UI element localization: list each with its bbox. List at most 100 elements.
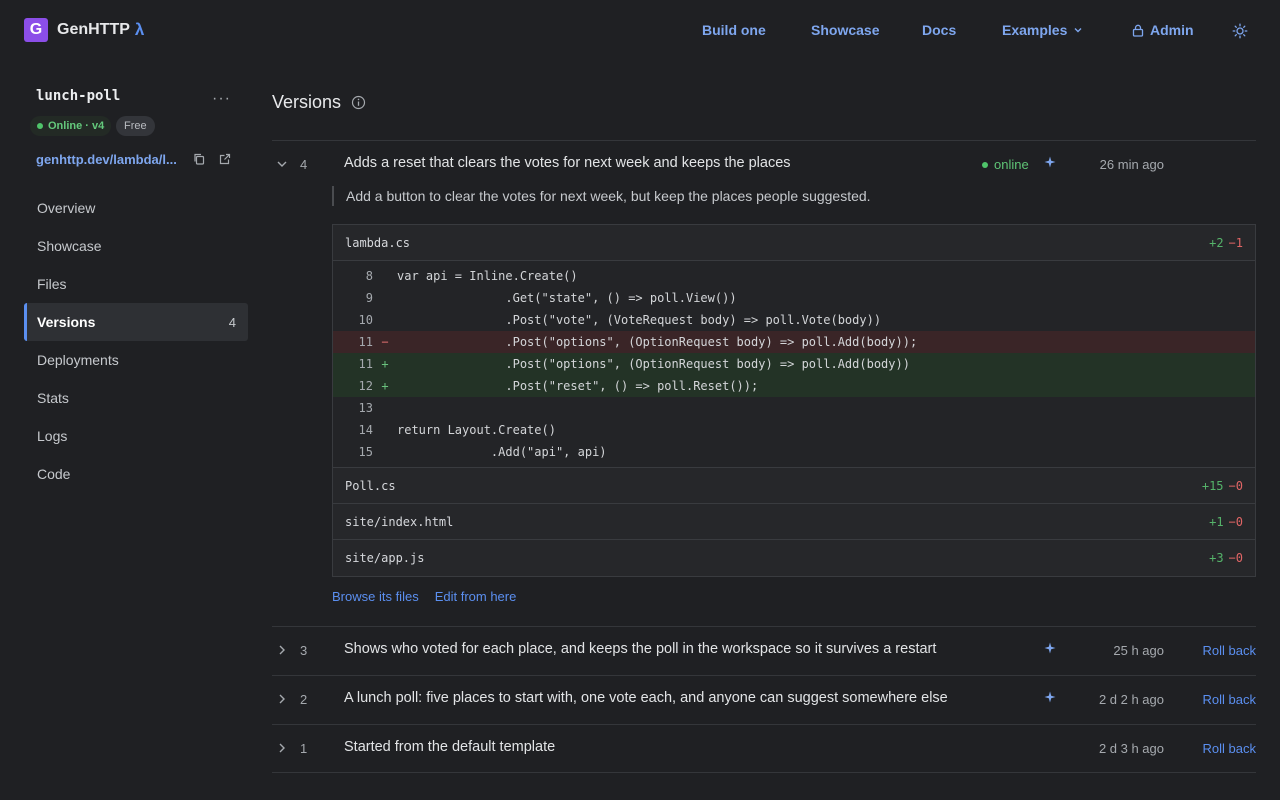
file-stats: +3 −0	[1209, 551, 1243, 565]
code-text: var api = Inline.Create()	[397, 269, 578, 283]
sidebar-item-versions[interactable]: Versions 4	[24, 303, 248, 341]
file-stats: +1 −0	[1209, 515, 1243, 529]
sun-icon	[1232, 23, 1248, 39]
lock-icon	[1132, 24, 1144, 37]
version-time: 2 d 2 h ago	[1098, 692, 1164, 707]
status-badge: Online · v4	[30, 116, 112, 136]
file-name: site/index.html	[345, 514, 454, 529]
code-text: .Post("options", (OptionRequest body) =>…	[397, 357, 910, 371]
line-number: 8	[365, 269, 373, 283]
code-text: .Post("vote", (VoteRequest body) => poll…	[397, 313, 882, 327]
version-actions: Browse its files Edit from here	[332, 589, 516, 604]
code-line: 11− .Post("options", (OptionRequest body…	[333, 331, 1255, 353]
browse-files-link[interactable]: Browse its files	[332, 589, 419, 604]
version-message: Adds a reset that clears the votes for n…	[344, 155, 791, 171]
code-line: 8 var api = Inline.Create()	[333, 265, 1255, 287]
file-header-poll-cs[interactable]: Poll.cs +15 −0	[333, 468, 1255, 504]
code-text: .Add("api", api)	[397, 445, 607, 459]
code-line: 12 + .Post("reset", () => poll.Reset());	[333, 375, 1255, 397]
roll-back-button[interactable]: Roll back	[1203, 692, 1256, 707]
chevron-down-icon	[1074, 28, 1082, 33]
chevron-right-icon[interactable]	[275, 741, 289, 755]
line-number: 13	[358, 401, 373, 415]
file-header-index-html[interactable]: site/index.html +1 −0	[333, 504, 1255, 540]
nav-admin[interactable]: Admin	[1132, 22, 1194, 38]
project-url-link[interactable]: genhttp.dev/lambda/l...	[36, 152, 177, 167]
nav-build-one[interactable]: Build one	[702, 22, 766, 38]
sidebar-item-label: Stats	[37, 390, 69, 406]
sidebar-item-code[interactable]: Code	[24, 455, 248, 493]
line-number: 9	[365, 291, 373, 305]
version-row-1[interactable]: 1 Started from the default template 2 d …	[272, 725, 1256, 773]
external-link-icon[interactable]	[219, 152, 231, 168]
line-number: 12	[358, 379, 373, 393]
code-text: .Get("state", () => poll.View())	[397, 291, 737, 305]
sidebar-item-files[interactable]: Files	[24, 265, 248, 303]
code-text: .Post("reset", () => poll.Reset());	[397, 379, 759, 393]
line-number: 10	[358, 313, 373, 327]
sidebar-item-label: Overview	[37, 200, 96, 216]
top-nav: Build one Showcase Docs Examples Admin	[0, 22, 1280, 42]
chevron-right-icon[interactable]	[275, 643, 289, 657]
theme-toggle[interactable]	[1232, 23, 1248, 39]
code-line: 10 .Post("vote", (VoteRequest body) => p…	[333, 309, 1255, 331]
page-title-text: Versions	[272, 92, 342, 112]
roll-back-button[interactable]: Roll back	[1203, 741, 1256, 756]
version-number: 2	[300, 692, 308, 707]
version-status: online	[982, 157, 1029, 172]
deletions-count: −0	[1228, 514, 1243, 529]
code-text: return Layout.Create()	[397, 423, 556, 437]
version-row-2[interactable]: 2 A lunch poll: five places to start wit…	[272, 676, 1256, 724]
roll-back-button[interactable]: Roll back	[1203, 643, 1256, 658]
sidebar-item-label: Code	[37, 466, 71, 482]
top-header: G GenHTTP λ Build one Showcase Docs Exam…	[0, 0, 1280, 62]
version-message: Started from the default template	[344, 739, 556, 755]
sidebar-item-label: Showcase	[37, 238, 102, 254]
additions-count: +15	[1201, 478, 1224, 493]
sidebar-item-showcase[interactable]: Showcase	[24, 227, 248, 265]
info-icon[interactable]	[351, 95, 366, 110]
file-stats: +15 −0	[1202, 479, 1243, 493]
version-status-label: online	[994, 157, 1029, 172]
file-header-lambda-cs[interactable]: lambda.cs +2 −1	[333, 225, 1255, 261]
nav-examples[interactable]: Examples	[1002, 22, 1083, 38]
diff-sign: +	[381, 379, 389, 393]
code-text: .Post("options", (OptionRequest body) =>…	[397, 335, 918, 349]
sidebar-item-label: Files	[37, 276, 67, 292]
edit-from-here-link[interactable]: Edit from here	[435, 589, 517, 604]
version-row-4[interactable]: 4 Adds a reset that clears the votes for…	[272, 141, 1256, 189]
version-description: Add a button to clear the votes for next…	[332, 186, 871, 206]
code-diff: 8 var api = Inline.Create() 9 .Get("state"…	[333, 261, 1255, 468]
sidebar-item-label: Deployments	[37, 352, 119, 368]
versions-count-badge: 4	[228, 314, 236, 330]
additions-count: +3	[1209, 551, 1224, 565]
line-number: 15	[358, 445, 373, 459]
chevron-down-icon[interactable]	[275, 157, 289, 171]
sidebar-menu: Overview Showcase Files Versions 4 Deplo…	[24, 189, 248, 493]
nav-showcase[interactable]: Showcase	[811, 22, 879, 38]
version-row-3[interactable]: 3 Shows who voted for each place, and ke…	[272, 627, 1256, 675]
code-line: 15 .Add("api", api)	[333, 441, 1255, 463]
plan-badge: Free	[116, 116, 155, 136]
line-number: 11	[358, 335, 373, 349]
sidebar-item-logs[interactable]: Logs	[24, 417, 248, 455]
file-name: lambda.cs	[345, 235, 411, 250]
chevron-right-icon[interactable]	[275, 692, 289, 706]
divider	[272, 772, 1256, 773]
file-stats: +2 −1	[1209, 236, 1243, 250]
copy-icon[interactable]	[193, 152, 205, 168]
code-line: 14 return Layout.Create()	[333, 419, 1255, 441]
deletions-count: −1	[1228, 235, 1243, 250]
status-badge-label: Online · v4	[48, 120, 105, 132]
nav-docs[interactable]: Docs	[922, 22, 956, 38]
online-dot-icon	[982, 161, 988, 168]
project-menu-button[interactable]: ···	[212, 90, 231, 108]
deletions-count: −0	[1228, 478, 1243, 493]
line-number: 11	[358, 357, 373, 371]
code-line: 11 + .Post("options", (OptionRequest body…	[333, 353, 1255, 375]
sidebar-item-stats[interactable]: Stats	[24, 379, 248, 417]
sidebar-item-deployments[interactable]: Deployments	[24, 341, 248, 379]
sidebar-item-overview[interactable]: Overview	[24, 189, 248, 227]
version-number: 1	[300, 741, 308, 756]
file-header-app-js[interactable]: site/app.js +3 −0	[333, 540, 1255, 576]
